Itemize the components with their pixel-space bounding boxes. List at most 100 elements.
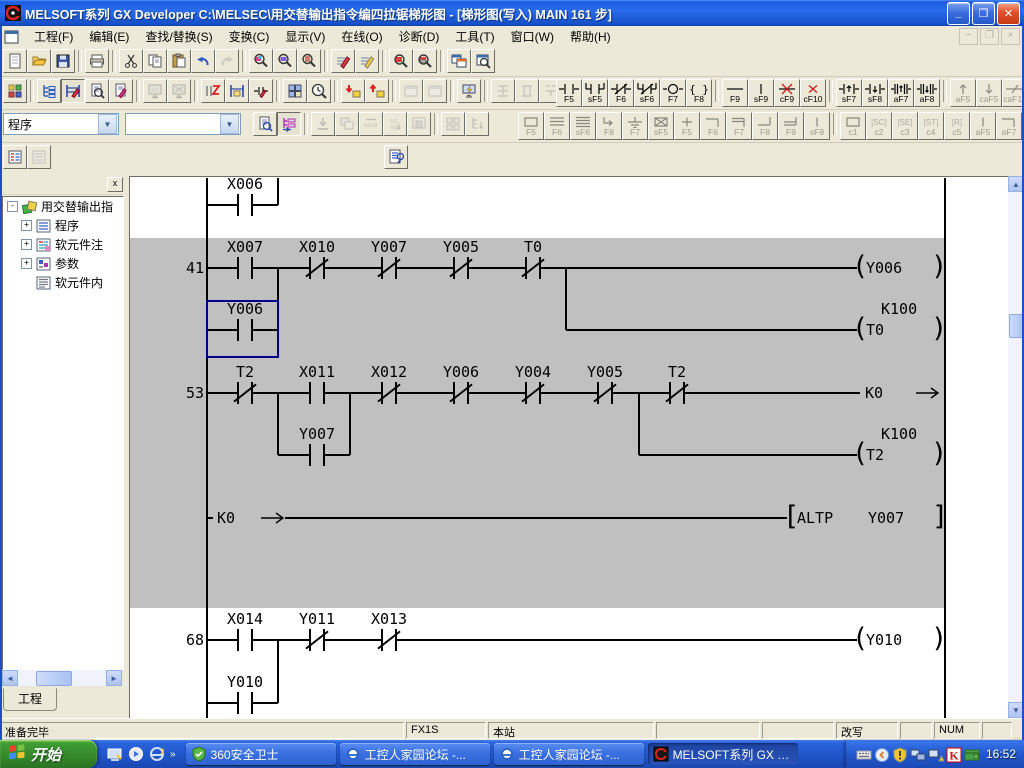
- sfc-corner5-button[interactable]: aF7: [996, 112, 1022, 140]
- sfc-end-button[interactable]: F7: [622, 112, 648, 140]
- pc-read-button[interactable]: [365, 79, 389, 103]
- delete-horizontal-line-button[interactable]: cF9: [774, 79, 800, 107]
- parallel-closed-contact-button[interactable]: sF6: [634, 79, 660, 107]
- start-button[interactable]: 开始: [0, 740, 97, 768]
- sfc-jump-button[interactable]: F8: [596, 112, 622, 140]
- invert-down-button[interactable]: caF5: [976, 79, 1002, 107]
- find-device-button[interactable]: [273, 49, 297, 73]
- close-button[interactable]: ✕: [997, 2, 1020, 25]
- device-batch-replace-button[interactable]: [201, 79, 225, 103]
- sfc-corner4-button[interactable]: F9: [778, 112, 804, 140]
- partial-ladder-button[interactable]: [407, 112, 431, 136]
- comment-display-button[interactable]: [3, 145, 27, 169]
- print-button[interactable]: [85, 49, 109, 73]
- hide-chevron-icon[interactable]: [874, 747, 889, 762]
- monitor-stop-button[interactable]: [167, 79, 191, 103]
- menu-S[interactable]: 查找/替换(S): [137, 28, 220, 46]
- task-button-3[interactable]: 工控人家园论坛 -...: [494, 743, 644, 765]
- tree-expander-icon[interactable]: +: [21, 220, 32, 231]
- sfc-se-button[interactable]: [SE]c3: [892, 112, 918, 140]
- scroll-left-icon[interactable]: ◄: [2, 670, 18, 686]
- block-convert-button[interactable]: [283, 79, 307, 103]
- undo-button[interactable]: [191, 49, 215, 73]
- menu-C[interactable]: 变换(C): [221, 28, 278, 46]
- menu-E[interactable]: 编辑(E): [81, 28, 137, 46]
- kaspersky-icon[interactable]: K: [946, 747, 961, 762]
- tree-item-1[interactable]: +程序: [3, 216, 123, 235]
- coil-button[interactable]: F7: [660, 79, 686, 107]
- restore-button[interactable]: ❐: [972, 2, 995, 25]
- tile-windows-button[interactable]: [447, 49, 471, 73]
- falling-pulse-button[interactable]: sF8: [862, 79, 888, 107]
- toggle-project-tree-button[interactable]: [277, 112, 301, 136]
- project-tab[interactable]: 工程: [3, 688, 57, 711]
- cross-reference-button[interactable]: [389, 49, 413, 73]
- sampling-trace-button[interactable]: [307, 79, 331, 103]
- menu-D[interactable]: 诊断(D): [391, 28, 448, 46]
- used-device-list-button[interactable]: [413, 49, 437, 73]
- monitor-start-button[interactable]: [143, 79, 167, 103]
- sfc-block2-button[interactable]: sF6: [570, 112, 596, 140]
- menu-F[interactable]: 工程(F): [26, 28, 81, 46]
- wallet-icon[interactable]: [964, 747, 979, 762]
- closed-contact-button[interactable]: F6: [608, 79, 634, 107]
- sfc-corner2-button[interactable]: F7: [726, 112, 752, 140]
- open-project-button[interactable]: [27, 49, 51, 73]
- transfer-setup-button[interactable]: [457, 79, 481, 103]
- menu-H[interactable]: 帮助(H): [562, 28, 619, 46]
- keyboard-icon[interactable]: [856, 747, 871, 762]
- redo-button[interactable]: [215, 49, 239, 73]
- data-transfer-button[interactable]: [3, 79, 27, 103]
- sfc-block-button[interactable]: F6: [544, 112, 570, 140]
- step-run-button[interactable]: S1S9: [383, 112, 407, 136]
- chevron-down-icon[interactable]: ▼: [98, 114, 117, 134]
- task-button-4[interactable]: MELSOFT系列 GX D...: [648, 743, 798, 765]
- error-jump-button[interactable]: error: [359, 112, 383, 136]
- tree-expander-icon[interactable]: +: [21, 258, 32, 269]
- pc-write-button[interactable]: [341, 79, 365, 103]
- mdi-close-button[interactable]: ×: [1001, 28, 1020, 45]
- sfc-plus-button[interactable]: F5: [674, 112, 700, 140]
- minimize-button[interactable]: _: [947, 2, 970, 25]
- window-cascade-button[interactable]: [335, 112, 359, 136]
- sfc-corner1-button[interactable]: F6: [700, 112, 726, 140]
- tree-item-3[interactable]: +参数: [3, 254, 123, 273]
- ladder-cursor[interactable]: [206, 300, 279, 358]
- quicklaunch-overflow-icon[interactable]: »: [170, 749, 176, 760]
- comment-edit-button[interactable]: [85, 79, 109, 103]
- sfc-vline-button[interactable]: sF9: [804, 112, 830, 140]
- find-button[interactable]: [249, 49, 273, 73]
- sfc-st-button[interactable]: [ST]c4: [918, 112, 944, 140]
- tree-scroll-thumb[interactable]: [36, 671, 72, 686]
- security-alert-icon[interactable]: [892, 747, 907, 762]
- project-data-list-button[interactable]: [37, 79, 61, 103]
- vertical-line-button[interactable]: sF9: [748, 79, 774, 107]
- delete-vertical-line-button[interactable]: cF10: [800, 79, 826, 107]
- ladder-list-button[interactable]: [253, 112, 277, 136]
- block-list-button[interactable]: [441, 112, 465, 136]
- tree-expander-icon[interactable]: -: [7, 201, 18, 212]
- device-list-button[interactable]: [471, 49, 495, 73]
- sfc-corner3-button[interactable]: F8: [752, 112, 778, 140]
- replace-device-button[interactable]: [331, 49, 355, 73]
- device-skip-button[interactable]: [311, 112, 335, 136]
- menu-T[interactable]: 工具(T): [447, 28, 502, 46]
- parallel-rising-pulse-button[interactable]: aF7: [888, 79, 914, 107]
- paste-button[interactable]: [167, 49, 191, 73]
- tree-close-icon[interactable]: x: [107, 177, 123, 192]
- new-project-button[interactable]: [3, 49, 27, 73]
- invert-up-button[interactable]: aF5: [950, 79, 976, 107]
- mdi-restore-button[interactable]: ❐: [980, 28, 999, 45]
- sfc-v2-button[interactable]: aF5: [970, 112, 996, 140]
- menu-O[interactable]: 在线(O): [333, 28, 390, 46]
- chevron-down-icon[interactable]: ▼: [220, 114, 239, 134]
- tree-item-project-root[interactable]: -用交替输出指: [3, 197, 123, 216]
- replace-string-button[interactable]: [355, 49, 379, 73]
- menu-V[interactable]: 显示(V): [277, 28, 333, 46]
- skip-exec-button[interactable]: [515, 79, 539, 103]
- ladder-monitor-button[interactable]: [225, 79, 249, 103]
- instruction-list-button[interactable]: [384, 145, 408, 169]
- ladder-edit-mode-button[interactable]: [61, 79, 85, 103]
- macro-tree-button[interactable]: [465, 112, 489, 136]
- rising-pulse-button[interactable]: sF7: [836, 79, 862, 107]
